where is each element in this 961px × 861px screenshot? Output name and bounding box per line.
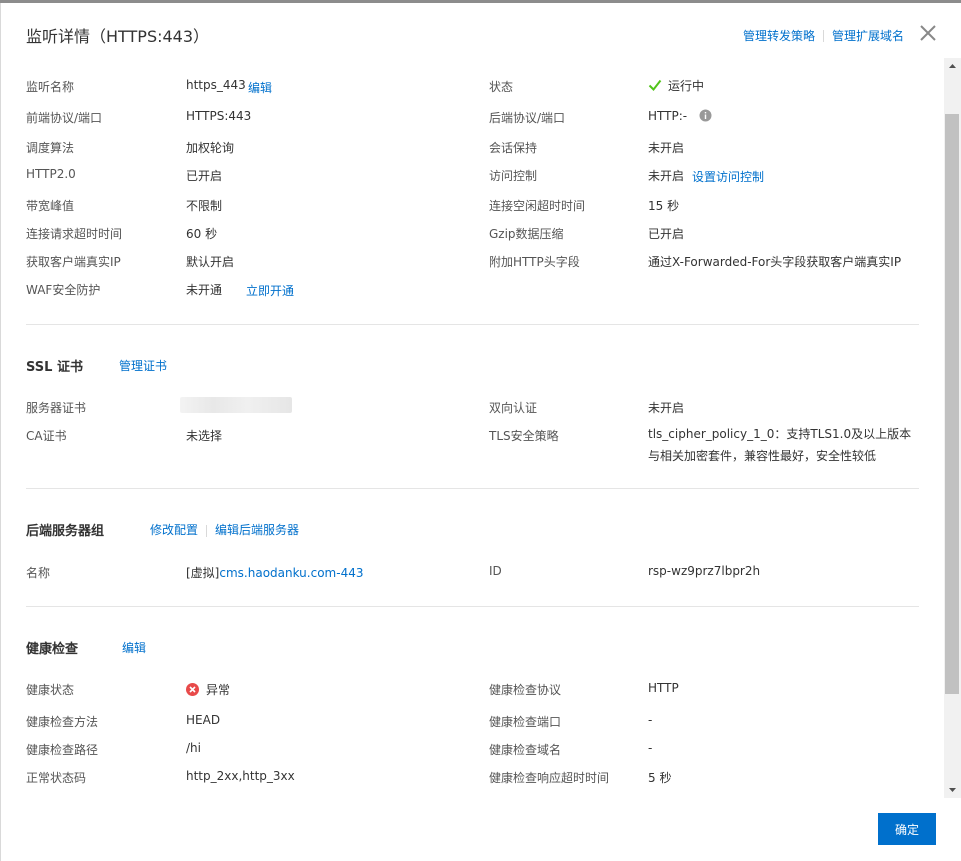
status-label: 状态 [489, 80, 514, 94]
server-cert-value-redacted [180, 397, 292, 413]
status-code-label: 正常状态码 [26, 771, 87, 785]
close-icon[interactable] [918, 23, 938, 43]
manage-cert-link[interactable]: 管理证书 [119, 357, 167, 374]
dialog-body: 监听名称 https_443 编辑 状态 运行中 前端协议/端口 HTTPS:4… [0, 58, 944, 798]
request-timeout-value: 60 秒 [186, 227, 218, 241]
acl-value: 未开启 [648, 169, 685, 183]
backend-value: HTTP:- [648, 109, 688, 123]
http2-label: HTTP2.0 [26, 167, 76, 181]
health-method-label: 健康检查方法 [26, 715, 99, 729]
real-ip-label: 获取客户端真实IP [26, 255, 121, 269]
server-cert-label: 服务器证书 [26, 401, 87, 415]
error-icon [186, 683, 199, 696]
backend-group-links: 修改配置 编辑后端服务器 [150, 521, 299, 538]
status-value: 运行中 [668, 79, 705, 93]
idle-timeout-value: 15 秒 [648, 199, 680, 213]
confirm-button[interactable]: 确定 [878, 813, 936, 845]
dialog-footer: 确定 [0, 798, 944, 861]
waf-activate-link[interactable]: 立即开通 [246, 282, 294, 299]
backend-value-group: HTTP:- [648, 109, 712, 123]
info-icon[interactable] [699, 109, 712, 122]
gzip-value: 已开启 [648, 227, 685, 241]
group-name-label: 名称 [26, 566, 51, 580]
sched-label: 调度算法 [26, 141, 75, 155]
health-port-label: 健康检查端口 [489, 715, 562, 729]
health-section-title: 健康检查 [26, 642, 79, 657]
http-header-label: 附加HTTP头字段 [489, 255, 580, 269]
health-domain-label: 健康检查域名 [489, 743, 562, 757]
mutual-auth-label: 双向认证 [489, 401, 538, 415]
modify-config-link[interactable]: 修改配置 [150, 523, 198, 537]
dialog-header: 监听详情（HTTPS:443） 管理转发策略 管理扩展域名 [0, 3, 961, 58]
backend-group-title: 后端服务器组 [26, 524, 105, 539]
group-id-value: rsp-wz9prz7lbpr2h [648, 564, 761, 578]
manage-forward-policy-link[interactable]: 管理转发策略 [743, 27, 815, 44]
health-timeout-label: 健康检查响应超时时间 [489, 771, 610, 785]
acl-settings-link[interactable]: 设置访问控制 [692, 168, 764, 185]
tls-policy-label: TLS安全策略 [489, 429, 559, 443]
health-method-value: HEAD [186, 713, 221, 727]
dialog-title: 监听详情（HTTPS:443） [26, 27, 210, 46]
health-status-label: 健康状态 [26, 683, 75, 697]
scrollbar-thumb[interactable] [945, 114, 959, 694]
waf-label: WAF安全防护 [26, 283, 101, 297]
health-status-group: 异常 [186, 681, 230, 698]
health-status-value: 异常 [206, 683, 231, 697]
check-icon [648, 79, 662, 92]
sched-value: 加权轮询 [186, 141, 235, 155]
scroll-down-icon[interactable] [944, 781, 961, 798]
group-name-value: [虚拟]cms.haodanku.com-443 [186, 564, 363, 581]
real-ip-value: 默认开启 [186, 255, 235, 269]
ca-cert-value: 未选择 [186, 429, 223, 443]
http-header-value: 通过X-Forwarded-For头字段获取客户端真实IP [648, 255, 902, 269]
manage-extension-domain-link[interactable]: 管理扩展域名 [832, 27, 904, 44]
health-path-label: 健康检查路径 [26, 743, 99, 757]
health-timeout-value: 5 秒 [648, 771, 672, 785]
health-protocol-value: HTTP [648, 681, 679, 695]
group-name-link[interactable]: cms.haodanku.com-443 [219, 566, 363, 580]
link-divider [206, 524, 208, 537]
scroll-up-icon[interactable] [944, 58, 961, 75]
bandwidth-value: 不限制 [186, 199, 223, 213]
listener-name-value: https_443 [186, 78, 246, 92]
status-code-value: http_2xx,http_3xx [186, 769, 295, 783]
bandwidth-label: 带宽峰值 [26, 199, 75, 213]
http2-value: 已开启 [186, 169, 223, 183]
health-domain-value: - [648, 741, 653, 755]
group-name-prefix: [虚拟] [186, 566, 220, 580]
ssl-section-title: SSL 证书 [26, 360, 83, 375]
frontend-value: HTTPS:443 [186, 109, 252, 123]
listener-name-label: 监听名称 [26, 80, 75, 94]
section-divider [26, 606, 919, 607]
frontend-label: 前端协议/端口 [26, 111, 103, 125]
session-label: 会话保持 [489, 141, 538, 155]
request-timeout-label: 连接请求超时时间 [26, 227, 123, 241]
gzip-label: Gzip数据压缩 [489, 227, 564, 241]
backend-group-header: 后端服务器组 [26, 520, 104, 539]
health-port-value: - [648, 713, 653, 727]
session-value: 未开启 [648, 141, 685, 155]
idle-timeout-label: 连接空闲超时时间 [489, 199, 586, 213]
status-value-group: 运行中 [648, 77, 704, 94]
health-edit-link[interactable]: 编辑 [122, 639, 146, 656]
header-link-divider [822, 29, 824, 42]
waf-value: 未开通 [186, 283, 223, 297]
section-divider [26, 488, 919, 489]
header-links: 管理转发策略 管理扩展域名 [743, 27, 904, 44]
health-path-value: /hi [186, 741, 201, 755]
group-id-label: ID [489, 564, 502, 578]
ca-cert-label: CA证书 [26, 429, 67, 443]
tls-policy-value: tls_cipher_policy_1_0：支持TLS1.0及以上版本与相关加密… [648, 427, 912, 463]
health-protocol-label: 健康检查协议 [489, 683, 562, 697]
acl-label: 访问控制 [489, 169, 538, 183]
backend-label: 后端协议/端口 [489, 111, 566, 125]
section-divider [26, 324, 919, 325]
edit-backend-servers-link[interactable]: 编辑后端服务器 [215, 523, 299, 537]
mutual-auth-value: 未开启 [648, 401, 685, 415]
listener-name-edit-link[interactable]: 编辑 [248, 79, 272, 96]
